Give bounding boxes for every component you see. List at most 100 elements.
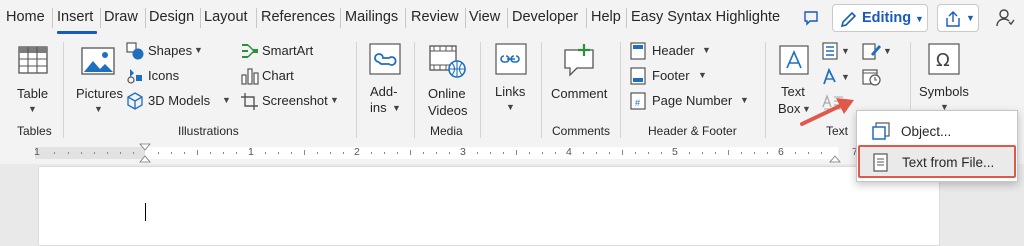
group-label-tables: Tables <box>17 124 52 138</box>
chevron-down-icon: ▼ <box>966 13 975 23</box>
quick-parts-icon <box>822 42 838 60</box>
text-file-icon <box>873 153 888 172</box>
tab-separator <box>507 8 508 28</box>
page-number-icon: # <box>630 92 646 110</box>
date-time-button[interactable] <box>862 66 886 88</box>
editing-label: Editing <box>862 10 912 26</box>
group-separator <box>63 42 64 138</box>
footer-icon <box>630 67 646 85</box>
comment-button[interactable]: Comment <box>548 42 614 120</box>
tab-insert[interactable]: Insert <box>57 9 93 25</box>
chevron-down-icon: ▼ <box>698 70 707 80</box>
symbols-label: Symbols <box>919 84 969 99</box>
chevron-down-icon: ▼ <box>194 45 203 55</box>
signature-line-button[interactable]: ▼ <box>862 40 892 62</box>
chevron-down-icon: ▼ <box>28 104 37 114</box>
chevron-down-icon: ▼ <box>222 95 231 105</box>
tab-home[interactable]: Home <box>6 9 45 25</box>
tab-developer[interactable]: Developer <box>512 9 578 25</box>
pictures-button[interactable]: Pictures ▼ <box>72 42 124 120</box>
tab-help[interactable]: Help <box>591 9 621 25</box>
red-arrow-icon <box>800 98 854 126</box>
tab-mailings[interactable]: Mailings <box>345 9 398 25</box>
group-separator <box>541 42 542 138</box>
header-button[interactable]: Header ▼ <box>630 41 720 61</box>
menu-item-object[interactable]: Object... <box>857 115 1017 147</box>
tab-separator <box>145 8 146 28</box>
group-separator <box>414 42 415 138</box>
comment-label: Comment <box>551 86 608 101</box>
group-label-illustrations: Illustrations <box>178 124 239 138</box>
links-button[interactable]: Links ▼ <box>488 42 534 120</box>
tab-separator <box>200 8 201 28</box>
chart-icon <box>241 68 259 85</box>
footer-label: Footer <box>652 68 690 83</box>
tab-draw[interactable]: Draw <box>104 9 138 25</box>
active-tab-indicator <box>57 31 97 34</box>
screenshot-label: Screenshot <box>262 93 328 108</box>
editing-mode-button[interactable]: Editing ▼ <box>832 4 928 32</box>
tab-references[interactable]: References <box>261 9 335 25</box>
online-videos-label-line1: Online <box>428 86 466 101</box>
chevron-down-icon: ▼ <box>915 14 924 24</box>
3d-models-button[interactable]: 3D Models ▼ <box>126 91 232 111</box>
person-icon[interactable] <box>994 7 1016 29</box>
share-icon <box>946 11 960 27</box>
page-number-button[interactable]: # Page Number ▼ <box>630 91 754 111</box>
chevron-down-icon: ▼ <box>506 102 515 112</box>
chevron-down-icon: ▼ <box>883 46 892 56</box>
svg-text:#: # <box>635 98 640 108</box>
shapes-icon <box>126 42 144 60</box>
ruler-number: 3 <box>460 146 466 158</box>
icons-icon <box>127 69 142 84</box>
text-box-icon <box>779 45 809 75</box>
ribbon-tab-bar: Home Insert Draw Design Layout Reference… <box>0 0 1024 36</box>
chart-button[interactable]: Chart <box>240 66 330 86</box>
tab-review[interactable]: Review <box>411 9 459 25</box>
tab-design[interactable]: Design <box>149 9 194 25</box>
signature-line-icon <box>862 43 881 60</box>
comments-button[interactable] <box>797 4 825 32</box>
ruler-number: 5 <box>672 146 678 158</box>
cube-icon <box>127 92 143 110</box>
tab-separator <box>100 8 101 28</box>
picture-icon <box>81 47 115 75</box>
chevron-down-icon: ▼ <box>392 103 401 113</box>
tab-view[interactable]: View <box>469 9 500 25</box>
group-separator <box>356 42 357 138</box>
document-page[interactable] <box>38 166 940 246</box>
symbols-button[interactable]: Ω Symbols ▼ <box>916 42 972 120</box>
add-ins-label-line1: Add- <box>370 84 398 99</box>
ruler-number: 4 <box>566 146 572 158</box>
menu-item-text-from-file[interactable]: Text from File... <box>858 145 1016 178</box>
online-videos-button[interactable]: Online Videos <box>420 42 476 120</box>
group-separator <box>765 42 766 138</box>
quick-parts-button[interactable]: ▼ <box>822 40 852 62</box>
smartart-button[interactable]: SmartArt <box>240 41 330 61</box>
tab-separator <box>340 8 341 28</box>
table-icon <box>18 46 48 74</box>
footer-button[interactable]: Footer ▼ <box>630 66 720 86</box>
shapes-label: Shapes <box>148 43 193 58</box>
add-ins-button[interactable]: Add- ins ▼ <box>362 42 408 120</box>
table-label: Table <box>17 86 49 101</box>
shapes-button[interactable]: Shapes ▼ <box>126 41 206 61</box>
chevron-down-icon: ▼ <box>740 95 749 105</box>
tab-layout[interactable]: Layout <box>204 9 248 25</box>
page-number-label: Page Number <box>652 93 733 108</box>
chevron-down-icon: ▼ <box>330 95 339 105</box>
add-ins-icon <box>369 43 401 75</box>
icons-button[interactable]: Icons <box>126 66 206 86</box>
wordart-button[interactable]: ▼ <box>822 66 852 88</box>
share-button[interactable]: ▼ <box>937 4 979 32</box>
chevron-down-icon: ▼ <box>94 104 103 114</box>
table-button[interactable]: Table ▼ <box>8 42 58 120</box>
header-icon <box>630 42 646 60</box>
links-label: Links <box>495 84 526 99</box>
icons-label: Icons <box>148 68 180 83</box>
menu-item-object-label: Object... <box>901 124 952 139</box>
add-ins-label-line2: ins <box>370 100 387 115</box>
tab-easy-syntax-highlighter[interactable]: Easy Syntax Highlighte <box>631 9 783 25</box>
screenshot-button[interactable]: Screenshot ▼ <box>240 91 344 111</box>
tab-separator <box>256 8 257 28</box>
